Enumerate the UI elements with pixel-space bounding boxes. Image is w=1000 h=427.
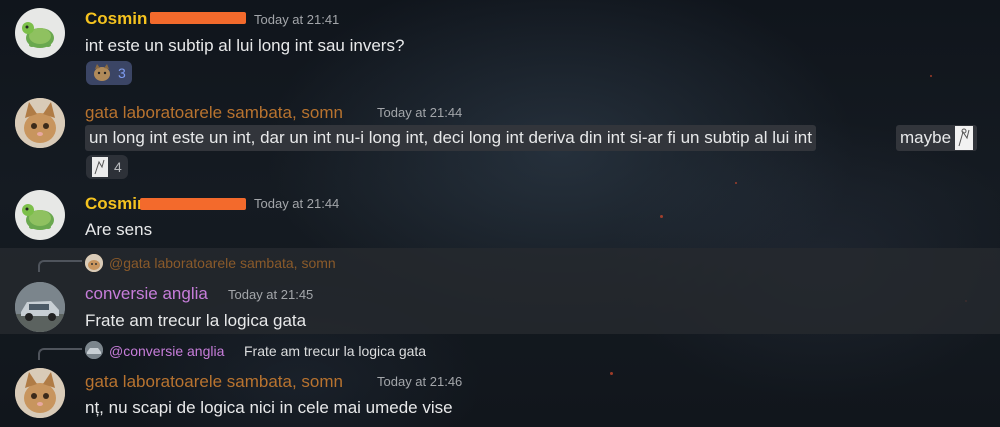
car-icon [85,341,103,359]
reaction-button[interactable]: 3 [86,61,132,85]
author-name[interactable]: gata laboratoarele sambata, somn [85,372,343,392]
author-name[interactable]: gata laboratoarele sambata, somn [85,103,343,123]
turtle-icon[interactable] [15,190,65,240]
message-5[interactable]: @conversie anglia Frate am trecur la log… [0,336,1000,427]
message-timestamp: Today at 21:46 [377,374,463,389]
message-text: Frate am trecur la logica gata [85,311,307,330]
message-text: nț, nu scapi de logica nici in cele mai … [85,398,453,417]
redaction-mark [150,12,246,24]
message-timestamp: Today at 21:44 [377,105,463,120]
message-4[interactable]: @gata laboratoarele sambata, somn conver… [0,248,1000,334]
message-text: Are sens [85,220,153,239]
cat-face-emoji [92,64,112,82]
message-timestamp: Today at 21:45 [228,287,314,302]
message-3[interactable]: Cosmin Today at 21:44 Are sens [0,184,1000,246]
reply-mention[interactable]: @conversie anglia [109,343,224,359]
reply-preview-text[interactable]: Frate am trecur la logica gata [244,343,426,359]
message-1[interactable]: Cosmin Today at 21:41 int este un subtip… [0,0,1000,96]
message-timestamp: Today at 21:41 [254,12,340,27]
sketch-emoji [955,126,974,150]
reaction-count: 4 [114,159,122,175]
message-text: int este un subtip al lui long int sau i… [85,36,405,55]
reaction-button[interactable]: 4 [86,155,128,179]
message-extra-content: maybe [900,128,952,147]
reply-connector [38,348,82,360]
message-2[interactable]: gata laboratoarele sambata, somn Today a… [0,96,1000,184]
kitten-icon [85,254,103,272]
message-text: un long int este un int, dar un int nu-i… [85,125,816,151]
message-text-content: un long int este un int, dar un int nu-i… [89,128,812,147]
message-timestamp: Today at 21:44 [254,196,340,211]
reply-connector [38,260,82,272]
kitten-icon[interactable] [15,368,65,418]
reaction-count: 3 [118,65,126,81]
car-icon[interactable] [15,282,65,332]
redaction-mark [140,198,246,210]
message-extra-text: maybe [896,125,978,151]
author-name[interactable]: Cosmin [85,9,147,29]
sketch-emoji [92,157,108,177]
author-name[interactable]: Cosmin [85,194,147,214]
reply-mention[interactable]: @gata laboratoarele sambata, somn [109,255,336,271]
author-name[interactable]: conversie anglia [85,284,208,304]
kitten-icon[interactable] [15,98,65,148]
turtle-icon[interactable] [15,8,65,58]
